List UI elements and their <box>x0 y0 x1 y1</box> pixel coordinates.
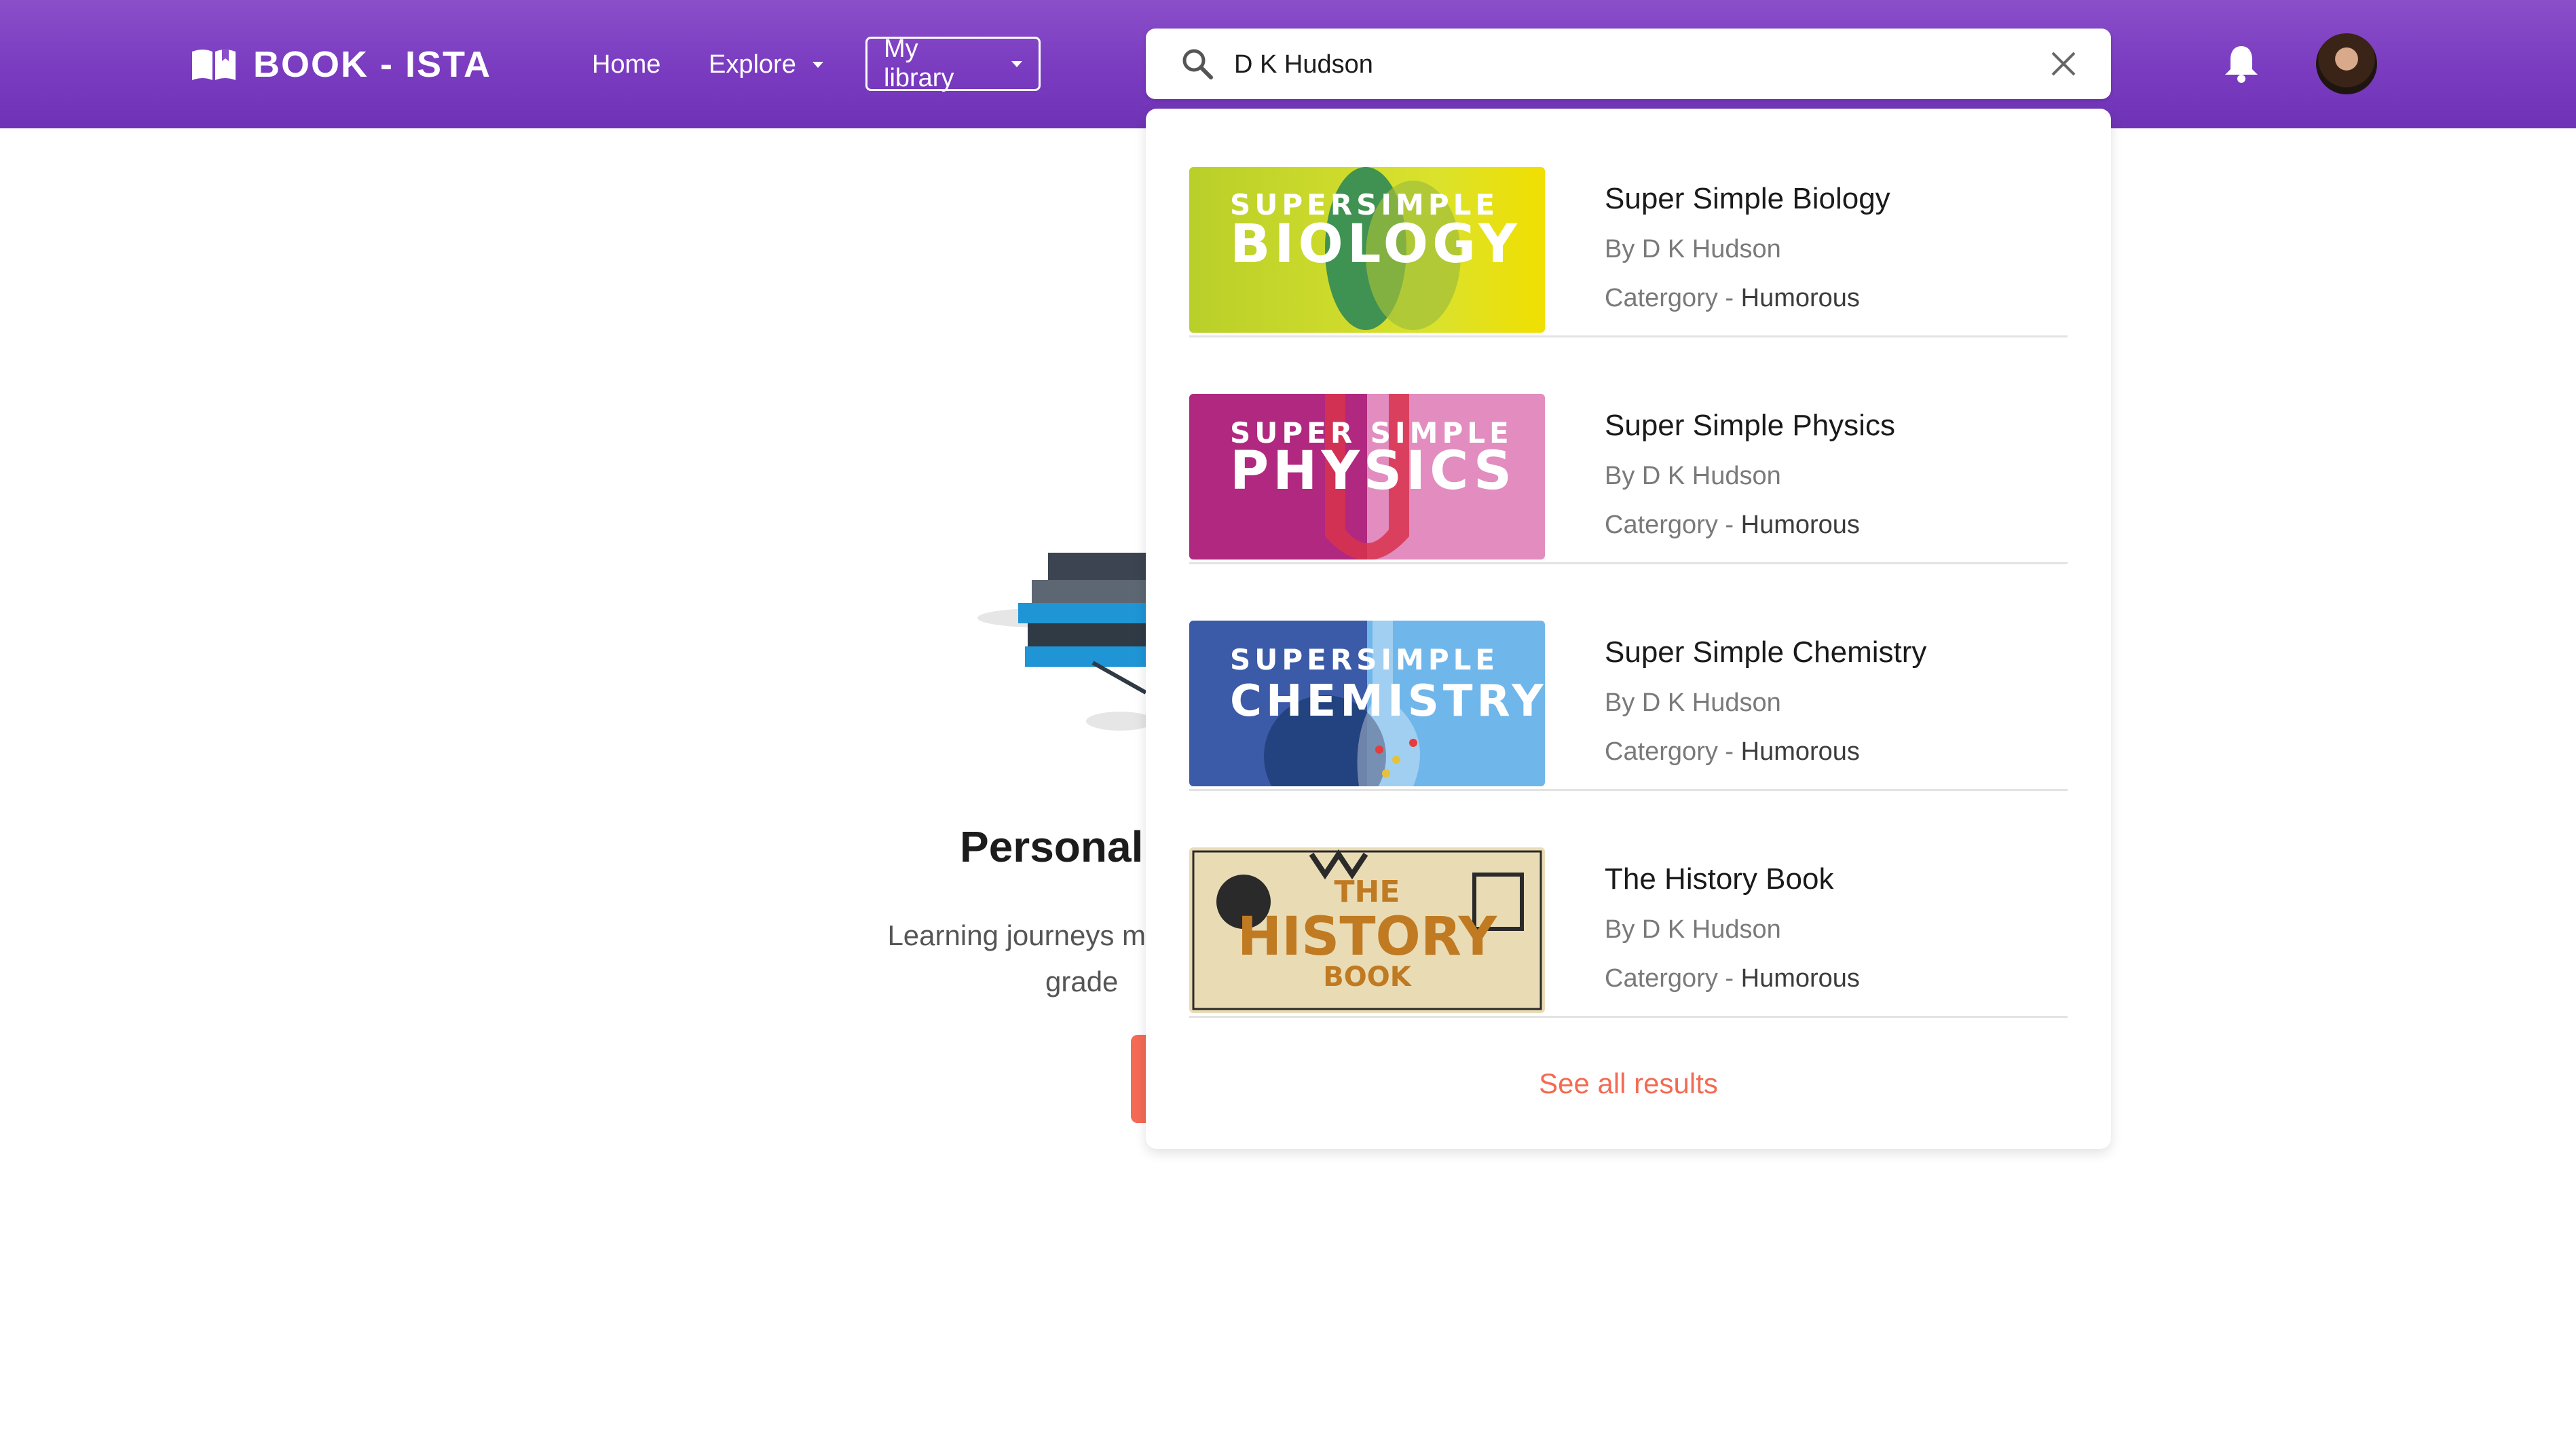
search-result-item[interactable]: THE HISTORY BOOK The History Book By D K… <box>1189 789 2068 1018</box>
book-title[interactable]: The History Book <box>1605 862 1833 896</box>
hero-heading: Personali <box>960 822 1146 871</box>
book-author: By D K Hudson <box>1605 915 1781 944</box>
book-title[interactable]: Super Simple Physics <box>1605 409 1895 443</box>
book-cover-biology[interactable]: SUPERSIMPLE BIOLOGY <box>1189 167 1545 333</box>
hero-cta-button[interactable] <box>1131 1035 1147 1123</box>
cover-main-text: CHEMISTRY <box>1230 676 1545 727</box>
cover-main-text: HISTORY <box>1237 906 1498 968</box>
nav-explore-label: Explore <box>709 50 796 79</box>
category-label: Catergory - <box>1605 964 1741 993</box>
search-icon[interactable] <box>1180 46 1215 81</box>
nav-my-library-label: My library <box>884 35 954 92</box>
nav-explore-menu[interactable]: Explore <box>709 42 823 87</box>
close-icon[interactable] <box>2049 49 2078 79</box>
cover-main-text: PHYSICS <box>1230 441 1516 502</box>
book-cover-chemistry[interactable]: SUPERSIMPLE CHEMISTRY <box>1189 621 1545 786</box>
book-cover-physics[interactable]: SUPER SIMPLE PHYSICS <box>1189 394 1545 560</box>
book-author: By D K Hudson <box>1605 235 1781 263</box>
open-book-icon <box>192 49 236 80</box>
category-label: Catergory - <box>1605 284 1741 312</box>
category-value: Humorous <box>1740 964 1860 993</box>
chevron-down-icon <box>1011 60 1022 67</box>
category-value: Humorous <box>1740 284 1860 312</box>
book-author: By D K Hudson <box>1605 462 1781 490</box>
search-result-item[interactable]: SUPERSIMPLE BIOLOGY Super Simple Biology… <box>1189 109 2068 337</box>
nav-home-link[interactable]: Home <box>592 42 660 87</box>
category-value: Humorous <box>1740 511 1860 539</box>
book-category: Catergory - Humorous <box>1605 284 1860 313</box>
cover-bottom-text: BOOK <box>1323 961 1412 993</box>
category-label: Catergory - <box>1605 737 1741 766</box>
books-illustration <box>977 553 1146 731</box>
hero-subtext-line-1: Learning journeys m <box>887 919 1146 951</box>
category-value: Humorous <box>1740 737 1860 766</box>
nav-home-label: Home <box>592 50 661 79</box>
search-result-item[interactable]: SUPERSIMPLE CHEMISTRY Super Simple Chemi… <box>1189 562 2068 791</box>
book-author: By D K Hudson <box>1605 689 1781 717</box>
user-avatar[interactable] <box>2316 33 2377 94</box>
search-results-dropdown: SUPERSIMPLE BIOLOGY Super Simple Biology… <box>1146 109 2111 1149</box>
chevron-down-icon <box>812 61 823 68</box>
book-title[interactable]: Super Simple Biology <box>1605 182 1890 216</box>
cover-main-text: BIOLOGY <box>1230 214 1521 275</box>
nav-my-library-menu[interactable]: My library <box>865 35 1041 92</box>
book-category: Catergory - Humorous <box>1605 511 1860 540</box>
search-result-item[interactable]: SUPER SIMPLE PHYSICS Super Simple Physic… <box>1189 335 2068 564</box>
hero-subtext-line-2: grade <box>1045 966 1119 997</box>
category-label: Catergory - <box>1605 511 1741 539</box>
brand-logo[interactable]: BOOK - ISTA <box>191 42 491 87</box>
see-all-results-link[interactable]: See all results <box>1146 1067 2111 1100</box>
cover-top-text: THE <box>1334 875 1400 909</box>
book-cover-history[interactable]: THE HISTORY BOOK <box>1189 847 1545 1013</box>
cover-top-text: SUPERSIMPLE <box>1230 643 1499 676</box>
book-title[interactable]: Super Simple Chemistry <box>1605 636 1926 670</box>
book-category: Catergory - Humorous <box>1605 964 1860 993</box>
brand-name: BOOK - ISTA <box>253 44 491 85</box>
book-category: Catergory - Humorous <box>1605 737 1860 767</box>
search-bar <box>1146 29 2111 99</box>
bell-icon[interactable] <box>2222 43 2260 84</box>
search-input[interactable] <box>1233 38 2002 91</box>
